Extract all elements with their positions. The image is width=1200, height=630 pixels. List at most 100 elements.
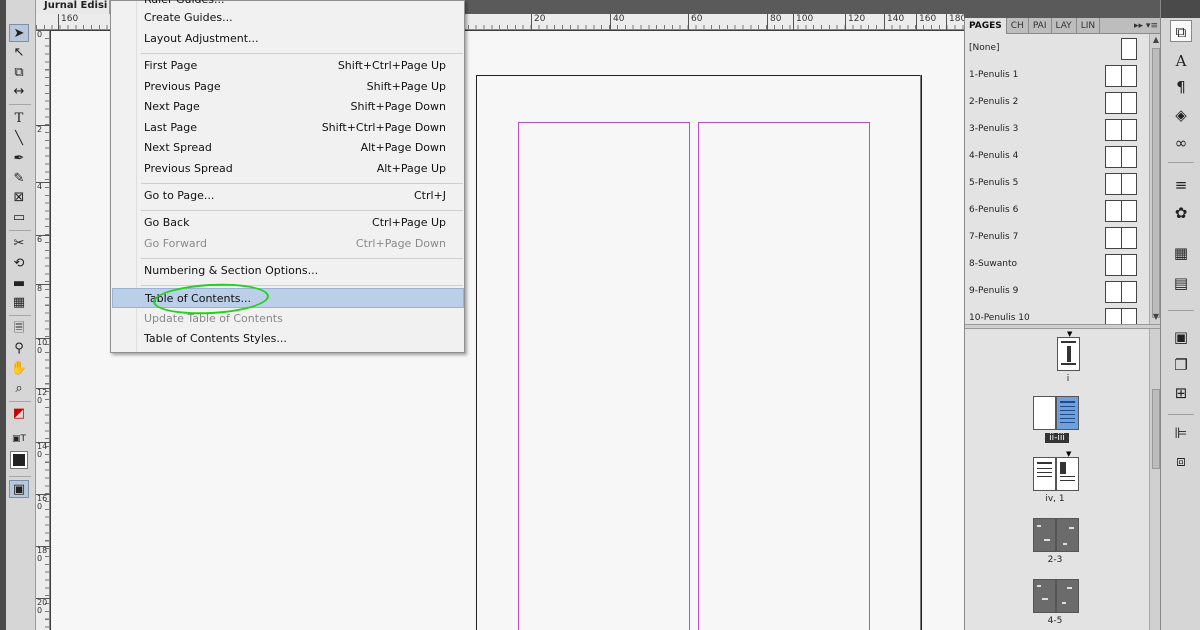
menu-item-table-of-contents-styles[interactable]: Table of Contents Styles...: [112, 329, 464, 349]
tab-layers[interactable]: LAY: [1052, 18, 1077, 34]
menu-item-label: Next Page: [144, 100, 200, 113]
character-panel-icon[interactable]: A: [1170, 50, 1192, 72]
color-panel-icon[interactable]: ✿: [1170, 202, 1192, 224]
free-transform-tool-icon[interactable]: ⟲: [9, 255, 29, 273]
master-item-label: 7-Penulis 7: [969, 232, 1019, 242]
page-thumbnail[interactable]: [1056, 457, 1079, 491]
master-item[interactable]: 3-Penulis 3: [965, 117, 1149, 144]
document-tab[interactable]: Jurnal Edisi 2: [36, 0, 110, 14]
gradient-feather-tool-icon[interactable]: ▦: [9, 294, 29, 312]
master-item[interactable]: 9-Penulis 9: [965, 279, 1149, 306]
menu-item-shortcut: Ctrl+Page Down: [355, 237, 446, 250]
gradient-swatch-tool-icon[interactable]: ▬: [9, 275, 29, 293]
master-item[interactable]: 4-Penulis 4: [965, 144, 1149, 171]
text-wrap-panel-icon[interactable]: ▣: [1170, 326, 1192, 348]
page-thumbnail[interactable]: [1056, 579, 1079, 613]
fill-stroke-icon[interactable]: ◩: [9, 405, 29, 423]
vertical-ruler[interactable]: 0 2 4 6 8 100 120 140 160 180 200: [36, 30, 50, 630]
menu-item-previous-spread[interactable]: Previous Spread Alt+Page Up: [112, 159, 464, 179]
menu-item-go-forward: Go Forward Ctrl+Page Down: [112, 234, 464, 254]
gap-tool-icon[interactable]: ↔: [9, 83, 29, 101]
menu-item-last-page[interactable]: Last Page Shift+Ctrl+Page Down: [112, 118, 464, 138]
panel-menu-icon[interactable]: ▸▸ ▾≡: [1131, 18, 1161, 33]
page-tool-icon[interactable]: ⧉: [9, 64, 29, 82]
rectangle-tool-icon[interactable]: ▭: [9, 209, 29, 227]
page-thumbnail[interactable]: [1057, 337, 1080, 371]
master-item[interactable]: [None]: [965, 36, 1149, 63]
swatches-panel-icon[interactable]: ▦: [1170, 242, 1192, 264]
pages-list[interactable]: ▼ i ii-iii ▼ iv, 1 2-3 4-5: [965, 329, 1149, 630]
master-thumbnail: [1105, 308, 1137, 324]
selection-tool-icon[interactable]: ➤: [9, 24, 29, 42]
page-thumbnail[interactable]: [1056, 518, 1079, 552]
normal-view-mode-icon[interactable]: ▣: [9, 480, 29, 498]
paragraph-panel-icon[interactable]: ¶: [1170, 76, 1192, 98]
note-tool-icon[interactable]: 🗏: [9, 320, 29, 338]
master-item[interactable]: 8-Suwanto: [965, 252, 1149, 279]
page-thumbnail[interactable]: [1033, 579, 1056, 613]
page-thumbnail[interactable]: [1056, 396, 1079, 430]
eyedropper-tool-icon[interactable]: ⚲: [9, 340, 29, 358]
master-item[interactable]: 1-Penulis 1: [965, 63, 1149, 90]
zoom-tool-icon[interactable]: ⌕: [9, 380, 29, 398]
menu-item-shortcut: Shift+Page Up: [366, 80, 446, 93]
master-thumbnail: [1105, 65, 1137, 87]
direct-selection-tool-icon[interactable]: ↖: [9, 44, 29, 62]
formatting-container-icon[interactable]: ▣T: [9, 430, 29, 448]
menu-item-layout-adjustment[interactable]: Layout Adjustment...: [112, 29, 464, 49]
page-thumbnail[interactable]: [1033, 518, 1056, 552]
masters-list[interactable]: [None] 1-Penulis 1 2-Penulis 2 3-Penulis…: [965, 34, 1149, 324]
tab-character[interactable]: CH: [1007, 18, 1029, 34]
menu-item-previous-page[interactable]: Previous Page Shift+Page Up: [112, 77, 464, 97]
menu-item-label: Create Guides...: [144, 11, 233, 24]
line-tool-icon[interactable]: ╲: [9, 130, 29, 148]
tab-paragraph[interactable]: PAI: [1029, 18, 1052, 34]
apply-color-icon[interactable]: [10, 451, 28, 469]
tab-pages[interactable]: PAGES: [965, 18, 1007, 34]
tab-links[interactable]: LIN: [1077, 18, 1101, 34]
dock-separator: [1168, 162, 1194, 163]
menu-item-next-spread[interactable]: Next Spread Alt+Page Down: [112, 138, 464, 158]
gradient-panel-icon[interactable]: ▤: [1170, 272, 1192, 294]
pencil-tool-icon[interactable]: ✎: [9, 170, 29, 188]
page-thumbnail[interactable]: [1033, 457, 1056, 491]
ruler-tick-label: 60: [688, 14, 702, 30]
scissors-tool-icon[interactable]: ✂: [9, 235, 29, 253]
pages-panel: PAGES CH PAI LAY LIN ▸▸ ▾≡ [None] 1-Penu…: [964, 18, 1161, 630]
menu-item-create-guides[interactable]: Create Guides...: [112, 8, 464, 28]
hand-tool-icon[interactable]: ✋: [9, 360, 29, 378]
layers-panel-icon[interactable]: ◈: [1170, 104, 1192, 126]
page-thumbnail[interactable]: [1033, 396, 1056, 430]
rectangle-frame-tool-icon[interactable]: ⊠: [9, 189, 29, 207]
align-panel-icon[interactable]: ⊫: [1170, 422, 1192, 444]
master-item[interactable]: 10-Penulis 10: [965, 306, 1149, 324]
menu-item-shortcut: Ctrl+Page Up: [372, 216, 446, 229]
scroll-thumb[interactable]: [1152, 48, 1160, 318]
master-item[interactable]: 6-Penulis 6: [965, 198, 1149, 225]
table-panel-icon[interactable]: ⊞: [1170, 382, 1192, 404]
master-thumbnail: [1105, 92, 1137, 114]
tool-separator: [9, 401, 31, 402]
menu-separator: [141, 53, 463, 54]
master-item[interactable]: 5-Penulis 5: [965, 171, 1149, 198]
object-styles-panel-icon[interactable]: ❐: [1170, 354, 1192, 376]
menu-item-numbering-section-options[interactable]: Numbering & Section Options...: [112, 261, 464, 281]
menu-item-first-page[interactable]: First Page Shift+Ctrl+Page Up: [112, 56, 464, 76]
ruler-tick-label: 20: [531, 14, 545, 30]
menu-item-label: Go Forward: [144, 237, 207, 250]
menu-item-shortcut: Alt+Page Up: [376, 162, 446, 175]
stroke-panel-icon[interactable]: ≡: [1170, 174, 1192, 196]
pen-tool-icon[interactable]: ✒: [9, 150, 29, 168]
links-panel-icon[interactable]: ∞: [1170, 132, 1192, 154]
menu-item-go-back[interactable]: Go Back Ctrl+Page Up: [112, 213, 464, 233]
type-tool-icon[interactable]: T: [9, 110, 29, 128]
pathfinder-panel-icon[interactable]: ⧈: [1170, 450, 1192, 472]
master-item-label: 4-Penulis 4: [969, 151, 1019, 161]
master-item[interactable]: 7-Penulis 7: [965, 225, 1149, 252]
scroll-thumb[interactable]: [1152, 389, 1160, 469]
menu-item-go-to-page[interactable]: Go to Page... Ctrl+J: [112, 186, 464, 206]
menu-item-label: Go to Page...: [144, 189, 215, 202]
pages-panel-icon[interactable]: ⧉: [1170, 20, 1192, 42]
menu-item-next-page[interactable]: Next Page Shift+Page Down: [112, 97, 464, 117]
master-item[interactable]: 2-Penulis 2: [965, 90, 1149, 117]
